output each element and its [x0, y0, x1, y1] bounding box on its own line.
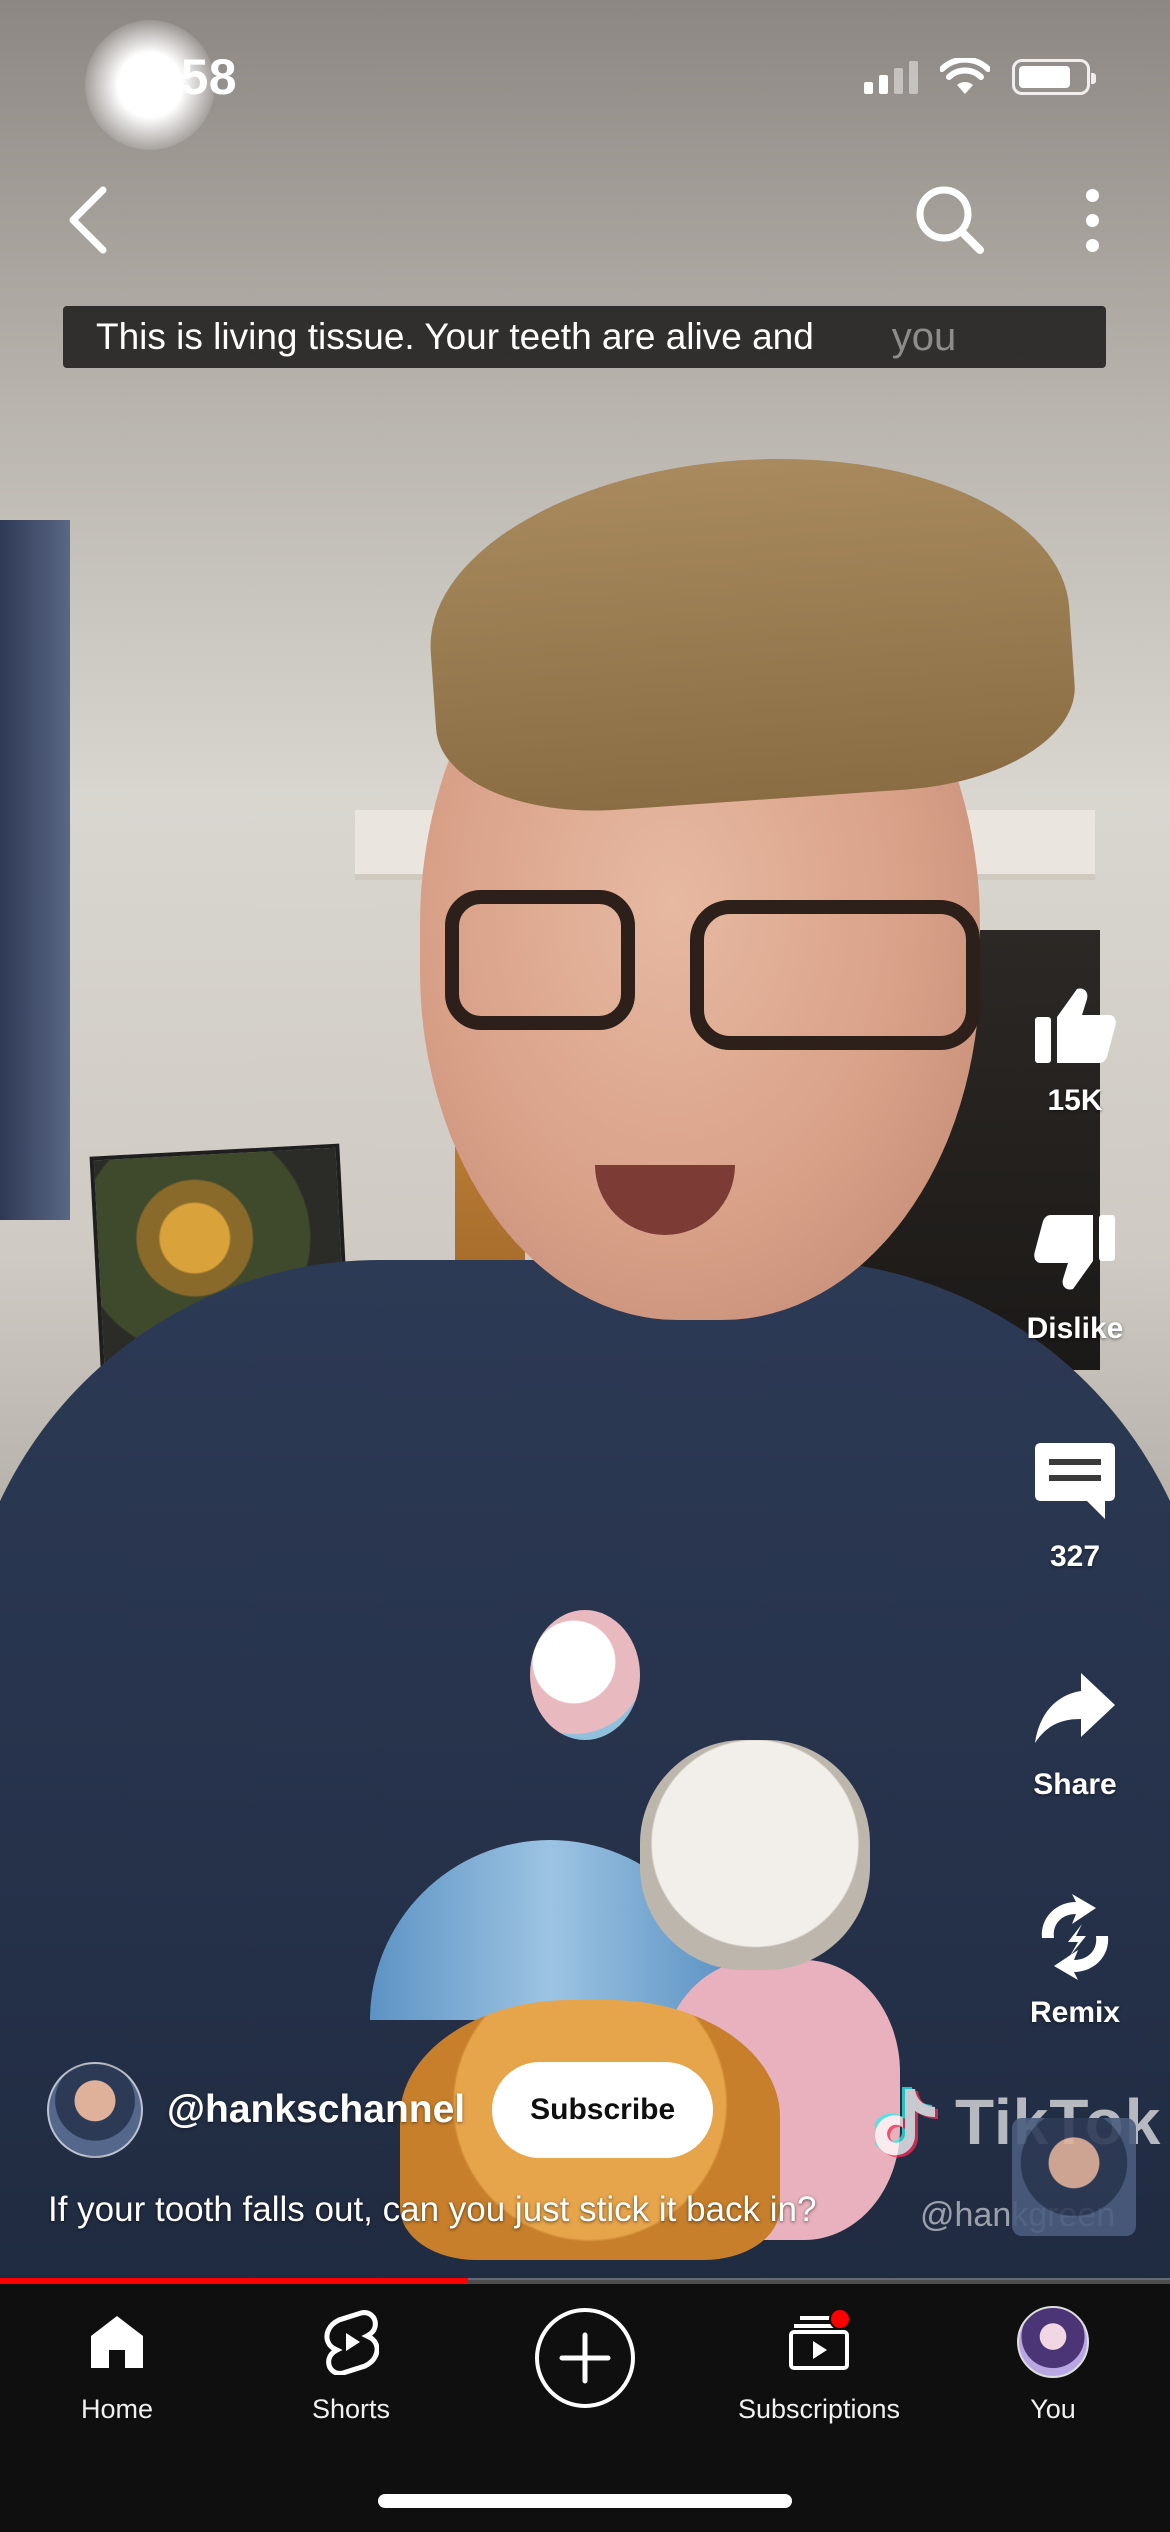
plus-icon	[559, 2332, 611, 2384]
shorts-icon	[311, 2302, 391, 2382]
channel-avatar[interactable]	[47, 2062, 143, 2158]
wall-edge	[0, 520, 70, 1220]
subscriptions-icon	[779, 2302, 859, 2382]
nav-shorts-label: Shorts	[311, 2394, 391, 2424]
thumbs-up-icon	[1030, 980, 1120, 1070]
search-icon	[916, 186, 984, 254]
subscribe-button[interactable]: Subscribe	[492, 2062, 714, 2158]
nav-home[interactable]: Home	[0, 2302, 234, 2425]
user-avatar	[1017, 2306, 1089, 2378]
status-icons	[864, 58, 1096, 96]
closed-caption: This is living tissue. Your teeth are al…	[63, 306, 1106, 368]
nav-you[interactable]: You	[936, 2302, 1170, 2425]
comment-count: 327	[1049, 1540, 1101, 1573]
watermark-avatar	[1012, 2118, 1136, 2236]
search-button[interactable]	[910, 180, 990, 260]
caption-text: This is living tissue. Your teeth are al…	[96, 316, 814, 357]
chevron-left-icon	[69, 186, 107, 254]
nav-home-label: Home	[80, 2394, 154, 2424]
remix-icon	[1030, 1892, 1120, 1982]
more-vertical-icon	[1085, 213, 1099, 227]
home-indicator	[378, 2494, 792, 2508]
presenter-hair	[418, 438, 1082, 822]
channel-row: @hankschannel Subscribe	[47, 2062, 714, 2158]
caption-next-word: you	[891, 314, 957, 359]
nav-you-label: You	[1030, 2394, 1076, 2424]
dislike-button[interactable]: Dislike	[990, 1208, 1160, 1346]
notification-dot	[829, 2308, 851, 2330]
battery-icon	[1012, 59, 1096, 95]
cellular-signal-icon	[864, 60, 918, 94]
share-arrow-icon	[1030, 1664, 1120, 1754]
nav-shorts[interactable]: Shorts	[234, 2302, 468, 2425]
back-button[interactable]	[52, 175, 122, 265]
home-icon	[77, 2302, 157, 2382]
glasses-left	[445, 890, 635, 1030]
like-count: 15K	[1047, 1084, 1103, 1117]
nav-subscriptions-label: Subscriptions	[737, 2394, 901, 2424]
glasses-right	[690, 900, 980, 1050]
more-options-button[interactable]	[1060, 180, 1124, 260]
shirt-print-ball	[530, 1610, 640, 1740]
video-title[interactable]: If your tooth falls out, can you just st…	[48, 2190, 816, 2230]
share-button[interactable]: Share	[990, 1664, 1160, 1802]
more-vertical-icon	[1085, 238, 1099, 252]
remix-button[interactable]: Remix	[990, 1892, 1160, 2030]
comment-icon	[1030, 1436, 1120, 1526]
bottom-navigation: Home Shorts Subscriptions You	[0, 2284, 1170, 2532]
nav-subscriptions[interactable]: Subscriptions	[702, 2302, 936, 2425]
create-button[interactable]	[535, 2308, 635, 2408]
wifi-icon	[940, 58, 990, 94]
dislike-label: Dislike	[1026, 1312, 1124, 1345]
comments-button[interactable]: 327	[990, 1436, 1160, 1574]
remix-label: Remix	[1029, 1996, 1121, 2029]
tiktok-logo-icon	[875, 2087, 938, 2158]
channel-handle[interactable]: @hankschannel	[167, 2088, 465, 2132]
nav-you-icon-wrap	[1013, 2302, 1093, 2382]
thumbs-down-icon	[1030, 1208, 1120, 1298]
more-vertical-icon	[1085, 188, 1099, 202]
shirt-print-cat	[640, 1740, 870, 1970]
share-label: Share	[1033, 1768, 1117, 1801]
like-button[interactable]: 15K	[990, 980, 1160, 1118]
status-time: 7:58	[135, 49, 238, 105]
